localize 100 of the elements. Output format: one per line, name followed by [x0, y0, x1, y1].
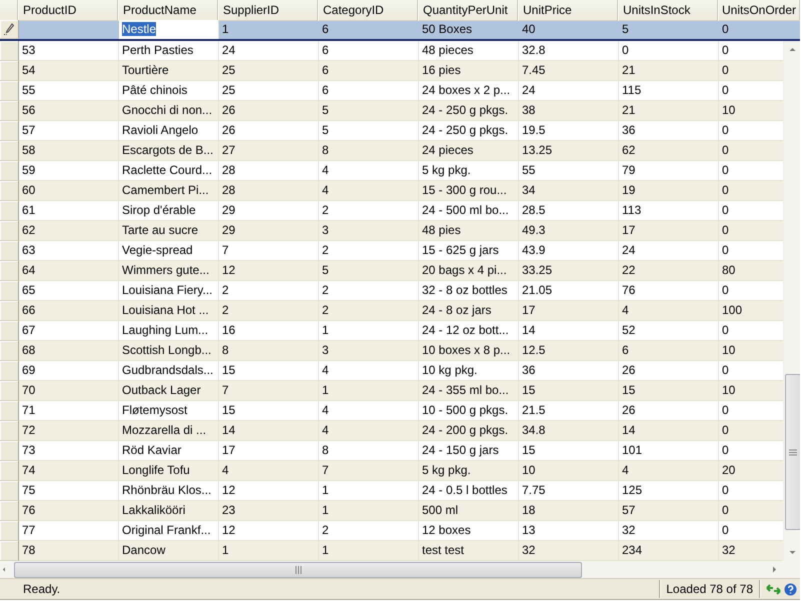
- table-cell: Camembert Pi...: [119, 181, 219, 201]
- table-cell: Tarte au sucre: [119, 221, 219, 241]
- help-icon[interactable]: [784, 582, 797, 596]
- table-cell: 8: [219, 341, 319, 361]
- table-cell: Outback Lager: [119, 381, 219, 401]
- table-cell: 12.5: [519, 341, 619, 361]
- grip-icon: [294, 566, 302, 574]
- table-cell: 4: [319, 181, 419, 201]
- grip-icon: [788, 448, 796, 456]
- table-cell: 14: [619, 421, 719, 441]
- table-cell-text: 40: [521, 21, 536, 38]
- table-cell: 8: [319, 141, 419, 161]
- table-cell: 23: [219, 501, 319, 521]
- table-cell: 56: [19, 101, 119, 121]
- table-cell: Mozzarella di ...: [119, 421, 219, 441]
- table-cell: 57: [619, 501, 719, 521]
- table-cell-text: 6: [321, 21, 330, 38]
- table-cell: 74: [19, 461, 119, 481]
- table-cell: 60: [19, 181, 119, 201]
- table-row[interactable]: 56 Gnocchi di non... 26 5 24 - 250 g pkgs. 38 21 10: [0, 101, 783, 121]
- table-cell: 5: [319, 101, 419, 121]
- table-cell: Longlife Tofu: [119, 461, 219, 481]
- table-row[interactable]: 66 Louisiana Hot ... 2 2 24 - 8 oz jars 17 4 100: [0, 301, 783, 321]
- column-header[interactable]: ProductName: [119, 0, 219, 21]
- table-cell-text: 0: [721, 21, 730, 38]
- table-cell: 34: [519, 181, 619, 201]
- column-header[interactable]: QuantityPerUnit: [419, 0, 519, 21]
- column-header[interactable]: UnitsInStock: [619, 0, 719, 21]
- table-cell: 48 pies: [419, 221, 519, 241]
- row-header[interactable]: [0, 20, 19, 39]
- sync-arrows-icon[interactable]: [766, 582, 781, 596]
- table-cell: 72: [19, 421, 119, 441]
- scroll-thumb[interactable]: [784, 374, 800, 530]
- column-header[interactable]: UnitPrice: [519, 0, 619, 21]
- horizontal-scrollbar[interactable]: [0, 561, 783, 578]
- table-cell: Escargots de B...: [119, 141, 219, 161]
- column-header[interactable]: UnitsOnOrder: [719, 0, 800, 21]
- table-row[interactable]: 72 Mozzarella di ... 14 4 24 - 200 g pkgs. 34.8 14 0: [0, 421, 783, 441]
- table-cell: 2: [319, 301, 419, 321]
- table-cell: 54: [19, 61, 119, 81]
- table-row[interactable]: 70 Outback Lager 7 1 24 - 355 ml bo... 15 15 10: [0, 381, 783, 401]
- table-cell: 10 boxes x 8 p...: [419, 341, 519, 361]
- table-cell: 21: [619, 101, 719, 121]
- table-cell: 21: [619, 61, 719, 81]
- table-cell: 24 - 200 g pkgs.: [419, 421, 519, 441]
- table-cell: 15 - 300 g rou...: [419, 181, 519, 201]
- table-cell: 49.3: [519, 221, 619, 241]
- table-cell: 68: [19, 341, 119, 361]
- vertical-scrollbar[interactable]: [783, 41, 800, 561]
- table-row[interactable]: 76 Lakkalikööri 23 1 500 ml 18 57 0: [0, 501, 783, 521]
- table-cell: 1: [319, 381, 419, 401]
- table-row[interactable]: 64 Wimmers gute... 12 5 20 bags x 4 pi... 33.25 22 80: [0, 261, 783, 281]
- column-header[interactable]: ProductID: [19, 0, 119, 21]
- table-cell: 16 pies: [419, 61, 519, 81]
- column-header[interactable]: CategoryID: [319, 0, 419, 21]
- table-cell: 22: [619, 261, 719, 281]
- table-cell: 33.25: [519, 261, 619, 281]
- table-row[interactable]: 58 Escargots de B... 27 8 24 pieces 13.25 62 0: [0, 141, 783, 161]
- table-cell: 7: [319, 461, 419, 481]
- table-cell: 26: [219, 101, 319, 121]
- column-header[interactable]: SupplierID: [219, 0, 319, 21]
- selected-row[interactable]: Nestle 1 6 50 Boxes 40 5 0: [0, 20, 800, 41]
- table-cell: 27: [219, 141, 319, 161]
- table-row[interactable]: 78 Dancow 1 1 test test 32 234 32: [0, 541, 783, 561]
- table-cell: 70: [19, 381, 119, 401]
- table-cell: 6: [619, 341, 719, 361]
- table-cell: 14: [219, 421, 319, 441]
- table-cell: 18: [519, 501, 619, 521]
- table-cell: 66: [19, 301, 119, 321]
- table-cell: 5: [319, 261, 419, 281]
- table-cell: 4: [219, 461, 319, 481]
- table-cell: 24 - 8 oz jars: [419, 301, 519, 321]
- table-cell: 500 ml: [419, 501, 519, 521]
- table-row[interactable]: 62 Tarte au sucre 29 3 48 pies 49.3 17 0: [0, 221, 783, 241]
- status-text: Ready.: [22, 582, 60, 596]
- table-row[interactable]: 60 Camembert Pi... 28 4 15 - 300 g rou... 34 19 0: [0, 181, 783, 201]
- table-cell: 15: [619, 381, 719, 401]
- table-cell: 64: [19, 261, 119, 281]
- table-cell: 17: [619, 221, 719, 241]
- table-cell-text: 5: [621, 21, 630, 38]
- table-cell: 24 - 250 g pkgs.: [419, 101, 519, 121]
- table-cell: 2: [219, 301, 319, 321]
- table-cell: 4: [319, 421, 419, 441]
- table-cell-text: 50 Boxes: [421, 21, 474, 38]
- table-cell: 3: [319, 221, 419, 241]
- table-row[interactable]: 74 Longlife Tofu 4 7 5 kg pkg. 10 4 20: [0, 461, 783, 481]
- table-cell: 62: [619, 141, 719, 161]
- table-cell: 38: [519, 101, 619, 121]
- table-row[interactable]: 68 Scottish Longb... 8 3 10 boxes x 8 p... 12.5 6 10: [0, 341, 783, 361]
- input-field[interactable]: Nestle: [119, 20, 219, 39]
- table-row[interactable]: 54 Tourtière 25 6 16 pies 7.45 21 0: [0, 61, 783, 81]
- table-cell: 29: [219, 221, 319, 241]
- table-cell: 24 pieces: [419, 141, 519, 161]
- table-cell: 62: [19, 221, 119, 241]
- table-cell: 12: [219, 261, 319, 281]
- table-cell: Wimmers gute...: [119, 261, 219, 281]
- table-cell: 58: [19, 141, 119, 161]
- table-cell: 76: [19, 501, 119, 521]
- scroll-thumb[interactable]: [14, 562, 582, 578]
- table-cell: 3: [319, 341, 419, 361]
